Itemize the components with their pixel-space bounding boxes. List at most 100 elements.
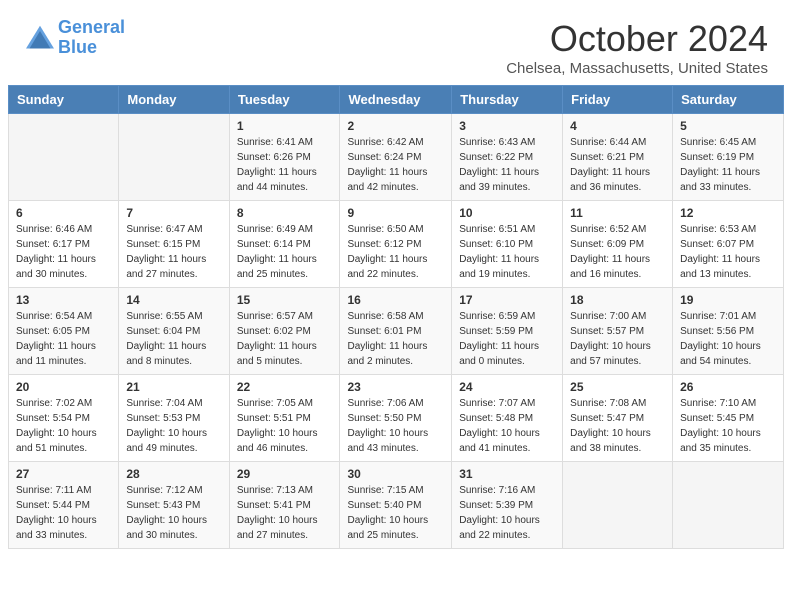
month-title: October 2024 — [506, 18, 768, 60]
day-number: 5 — [680, 119, 776, 133]
day-info: Sunrise: 6:58 AM Sunset: 6:01 PM Dayligh… — [347, 309, 444, 369]
day-info: Sunrise: 7:01 AM Sunset: 5:56 PM Dayligh… — [680, 309, 776, 369]
calendar-week-row: 27Sunrise: 7:11 AM Sunset: 5:44 PM Dayli… — [9, 462, 784, 549]
table-row: 7 Sunrise: 6:47 AM Sunset: 6:15 PM Daylig… — [119, 201, 229, 288]
day-number: 25 — [570, 380, 665, 394]
calendar-week-row: 13 Sunrise: 6:54 AM Sunset: 6:05 PM Dayli… — [9, 288, 784, 375]
header: General Blue October 2024 Chelsea, Massa… — [0, 0, 792, 85]
table-row: 11 Sunrise: 6:52 AM Sunset: 6:09 PM Dayli… — [563, 201, 673, 288]
day-info: Sunrise: 7:07 AM Sunset: 5:48 PM Dayligh… — [459, 396, 555, 456]
day-info: Sunrise: 7:06 AM Sunset: 5:50 PM Dayligh… — [347, 396, 444, 456]
day-number: 14 — [126, 293, 221, 307]
day-number: 3 — [459, 119, 555, 133]
logo: General Blue — [24, 18, 125, 58]
day-info: Sunrise: 7:05 AM Sunset: 5:51 PM Dayligh… — [237, 396, 333, 456]
logo-icon — [24, 24, 56, 52]
day-number: 31 — [459, 467, 555, 481]
day-info: Sunrise: 6:47 AM Sunset: 6:15 PM Dayligh… — [126, 222, 221, 282]
col-friday: Friday — [563, 86, 673, 114]
day-info: Sunrise: 7:15 AM Sunset: 5:40 PM Dayligh… — [347, 483, 444, 543]
table-row: 18 Sunrise: 7:00 AM Sunset: 5:57 PM Dayli… — [563, 288, 673, 375]
day-number: 15 — [237, 293, 333, 307]
day-info: Sunrise: 7:08 AM Sunset: 5:47 PM Dayligh… — [570, 396, 665, 456]
table-row: 19Sunrise: 7:01 AM Sunset: 5:56 PM Dayli… — [673, 288, 784, 375]
day-number: 12 — [680, 206, 776, 220]
table-row: 28Sunrise: 7:12 AM Sunset: 5:43 PM Dayli… — [119, 462, 229, 549]
day-number: 17 — [459, 293, 555, 307]
day-number: 9 — [347, 206, 444, 220]
table-row: 23 Sunrise: 7:06 AM Sunset: 5:50 PM Dayli… — [340, 375, 452, 462]
day-info: Sunrise: 7:16 AM Sunset: 5:39 PM Dayligh… — [459, 483, 555, 543]
table-row — [9, 114, 119, 201]
day-info: Sunrise: 6:52 AM Sunset: 6:09 PM Dayligh… — [570, 222, 665, 282]
col-thursday: Thursday — [452, 86, 563, 114]
table-row: 22 Sunrise: 7:05 AM Sunset: 5:51 PM Dayli… — [229, 375, 340, 462]
day-number: 29 — [237, 467, 333, 481]
table-row — [563, 462, 673, 549]
day-info: Sunrise: 7:02 AM Sunset: 5:54 PM Dayligh… — [16, 396, 111, 456]
day-number: 2 — [347, 119, 444, 133]
day-info: Sunrise: 6:50 AM Sunset: 6:12 PM Dayligh… — [347, 222, 444, 282]
day-info: Sunrise: 7:00 AM Sunset: 5:57 PM Dayligh… — [570, 309, 665, 369]
table-row: 16 Sunrise: 6:58 AM Sunset: 6:01 PM Dayli… — [340, 288, 452, 375]
table-row: 17 Sunrise: 6:59 AM Sunset: 5:59 PM Dayli… — [452, 288, 563, 375]
day-number: 11 — [570, 206, 665, 220]
table-row: 12 Sunrise: 6:53 AM Sunset: 6:07 PM Dayli… — [673, 201, 784, 288]
location: Chelsea, Massachusetts, United States — [506, 60, 768, 77]
day-number: 7 — [126, 206, 221, 220]
day-number: 21 — [126, 380, 221, 394]
title-block: October 2024 Chelsea, Massachusetts, Uni… — [506, 18, 768, 77]
table-row: 24 Sunrise: 7:07 AM Sunset: 5:48 PM Dayli… — [452, 375, 563, 462]
day-info: Sunrise: 6:51 AM Sunset: 6:10 PM Dayligh… — [459, 222, 555, 282]
table-row: 14 Sunrise: 6:55 AM Sunset: 6:04 PM Dayli… — [119, 288, 229, 375]
col-wednesday: Wednesday — [340, 86, 452, 114]
day-number: 23 — [347, 380, 444, 394]
day-info: Sunrise: 6:45 AM Sunset: 6:19 PM Dayligh… — [680, 135, 776, 195]
table-row: 21 Sunrise: 7:04 AM Sunset: 5:53 PM Dayli… — [119, 375, 229, 462]
table-row: 15 Sunrise: 6:57 AM Sunset: 6:02 PM Dayli… — [229, 288, 340, 375]
table-row: 8 Sunrise: 6:49 AM Sunset: 6:14 PM Daylig… — [229, 201, 340, 288]
day-info: Sunrise: 7:04 AM Sunset: 5:53 PM Dayligh… — [126, 396, 221, 456]
day-info: Sunrise: 6:53 AM Sunset: 6:07 PM Dayligh… — [680, 222, 776, 282]
logo-text: General Blue — [58, 18, 125, 58]
table-row: 30Sunrise: 7:15 AM Sunset: 5:40 PM Dayli… — [340, 462, 452, 549]
calendar-week-row: 6Sunrise: 6:46 AM Sunset: 6:17 PM Daylig… — [9, 201, 784, 288]
day-info: Sunrise: 6:44 AM Sunset: 6:21 PM Dayligh… — [570, 135, 665, 195]
day-info: Sunrise: 6:49 AM Sunset: 6:14 PM Dayligh… — [237, 222, 333, 282]
day-number: 13 — [16, 293, 111, 307]
day-number: 26 — [680, 380, 776, 394]
table-row: 31 Sunrise: 7:16 AM Sunset: 5:39 PM Dayli… — [452, 462, 563, 549]
day-number: 18 — [570, 293, 665, 307]
calendar-wrapper: Sunday Monday Tuesday Wednesday Thursday… — [0, 85, 792, 557]
day-info: Sunrise: 7:11 AM Sunset: 5:44 PM Dayligh… — [16, 483, 111, 543]
day-info: Sunrise: 7:12 AM Sunset: 5:43 PM Dayligh… — [126, 483, 221, 543]
day-info: Sunrise: 7:10 AM Sunset: 5:45 PM Dayligh… — [680, 396, 776, 456]
table-row: 20Sunrise: 7:02 AM Sunset: 5:54 PM Dayli… — [9, 375, 119, 462]
table-row: 4Sunrise: 6:44 AM Sunset: 6:21 PM Daylig… — [563, 114, 673, 201]
table-row: 9 Sunrise: 6:50 AM Sunset: 6:12 PM Daylig… — [340, 201, 452, 288]
table-row: 26 Sunrise: 7:10 AM Sunset: 5:45 PM Dayli… — [673, 375, 784, 462]
table-row: 5 Sunrise: 6:45 AM Sunset: 6:19 PM Daylig… — [673, 114, 784, 201]
day-info: Sunrise: 6:54 AM Sunset: 6:05 PM Dayligh… — [16, 309, 111, 369]
day-number: 8 — [237, 206, 333, 220]
table-row: 29Sunrise: 7:13 AM Sunset: 5:41 PM Dayli… — [229, 462, 340, 549]
calendar-table: Sunday Monday Tuesday Wednesday Thursday… — [8, 85, 784, 549]
table-row: 27Sunrise: 7:11 AM Sunset: 5:44 PM Dayli… — [9, 462, 119, 549]
day-number: 16 — [347, 293, 444, 307]
table-row: 3 Sunrise: 6:43 AM Sunset: 6:22 PM Daylig… — [452, 114, 563, 201]
day-number: 1 — [237, 119, 333, 133]
table-row: 2 Sunrise: 6:42 AM Sunset: 6:24 PM Daylig… — [340, 114, 452, 201]
day-info: Sunrise: 6:57 AM Sunset: 6:02 PM Dayligh… — [237, 309, 333, 369]
table-row: 6Sunrise: 6:46 AM Sunset: 6:17 PM Daylig… — [9, 201, 119, 288]
table-row — [119, 114, 229, 201]
table-row: 13 Sunrise: 6:54 AM Sunset: 6:05 PM Dayli… — [9, 288, 119, 375]
day-info: Sunrise: 6:43 AM Sunset: 6:22 PM Dayligh… — [459, 135, 555, 195]
day-info: Sunrise: 6:46 AM Sunset: 6:17 PM Dayligh… — [16, 222, 111, 282]
day-info: Sunrise: 6:59 AM Sunset: 5:59 PM Dayligh… — [459, 309, 555, 369]
day-number: 10 — [459, 206, 555, 220]
day-number: 22 — [237, 380, 333, 394]
table-row: 25 Sunrise: 7:08 AM Sunset: 5:47 PM Dayli… — [563, 375, 673, 462]
day-info: Sunrise: 6:42 AM Sunset: 6:24 PM Dayligh… — [347, 135, 444, 195]
day-info: Sunrise: 6:55 AM Sunset: 6:04 PM Dayligh… — [126, 309, 221, 369]
day-number: 24 — [459, 380, 555, 394]
